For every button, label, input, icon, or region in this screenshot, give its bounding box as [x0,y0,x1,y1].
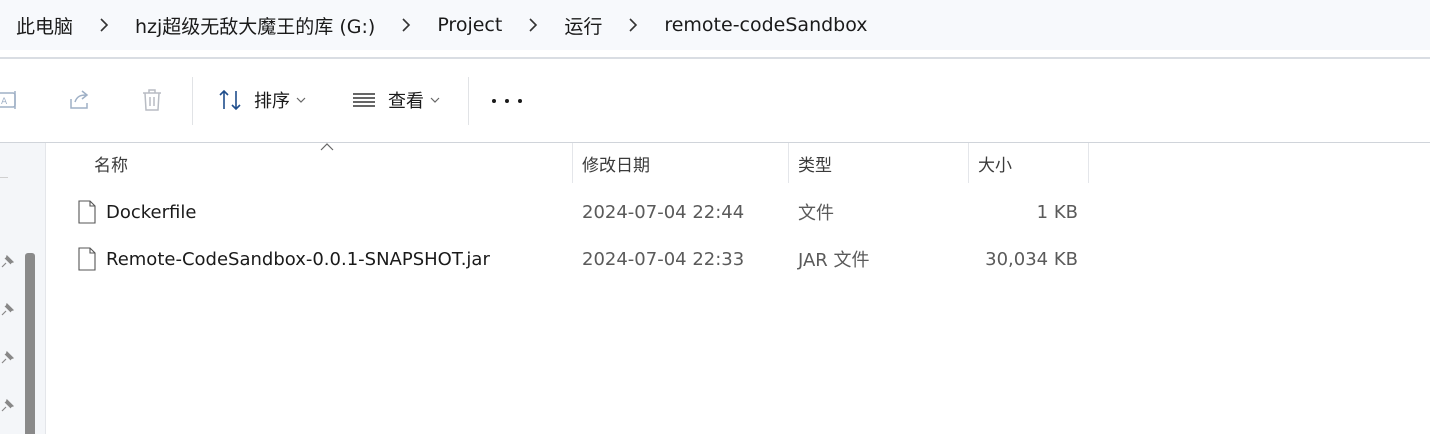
file-name: Remote-CodeSandbox-0.0.1-SNAPSHOT.jar [106,248,490,270]
delete-icon[interactable] [138,86,166,114]
column-header-name[interactable]: 名称 [84,143,572,183]
navigation-pane [0,143,46,434]
nav-divider [0,177,8,178]
chevron-right-icon[interactable] [375,18,437,32]
sort-icon [216,86,244,114]
column-header-modified[interactable]: 修改日期 [572,143,788,183]
file-type: JAR 文件 [798,250,870,271]
chevron-down-icon [296,97,306,103]
sort-label: 排序 [254,91,290,112]
pin-icon[interactable] [0,351,14,365]
file-size: 30,034 KB [985,248,1078,270]
view-label: 查看 [388,91,424,112]
chevron-down-icon [430,97,440,103]
file-row[interactable]: Dockerfile 2024-07-04 22:44 文件 1 KB [70,190,1090,234]
file-type: 文件 [798,203,834,224]
chevron-right-icon[interactable] [73,18,135,32]
column-header-size[interactable]: 大小 [968,143,1088,183]
pin-icon[interactable] [0,399,14,413]
pin-icon[interactable] [0,255,14,269]
sort-button[interactable]: 排序 [216,85,306,115]
breadcrumb-item-this-pc[interactable]: 此电脑 [16,12,73,39]
toolbar-separator [468,77,469,125]
column-separator[interactable] [1088,143,1089,183]
nav-scrollbar[interactable] [25,253,35,434]
file-size: 1 KB [1036,201,1078,223]
toolbar-separator [192,77,193,125]
breadcrumb-item-run[interactable]: 运行 [564,12,602,39]
file-modified: 2024-07-04 22:44 [582,201,745,223]
file-icon [78,200,96,224]
file-row[interactable]: Remote-CodeSandbox-0.0.1-SNAPSHOT.jar 20… [70,237,1090,281]
column-header-type[interactable]: 类型 [788,143,968,183]
breadcrumb-item-project[interactable]: Project [437,14,502,36]
more-icon[interactable] [492,93,522,109]
view-button[interactable]: 查看 [350,85,440,115]
chevron-right-icon[interactable] [602,18,664,32]
share-icon[interactable] [66,86,94,114]
svg-text:A: A [1,97,8,107]
breadcrumb-item-current-folder[interactable]: remote-codeSandbox [664,14,867,36]
rename-icon[interactable]: A [0,86,22,114]
file-icon [78,247,96,271]
breadcrumb-item-drive[interactable]: hzj超级无敌大魔王的库 (G:) [135,12,375,39]
breadcrumb: 此电脑 hzj超级无敌大魔王的库 (G:) Project 运行 remote-… [0,0,1430,50]
chevron-right-icon[interactable] [502,18,564,32]
view-list-icon [350,86,378,114]
file-modified: 2024-07-04 22:33 [582,248,745,270]
pin-icon[interactable] [0,303,14,317]
command-bar: A 排序 查看 [0,59,1430,143]
file-name: Dockerfile [106,201,197,223]
